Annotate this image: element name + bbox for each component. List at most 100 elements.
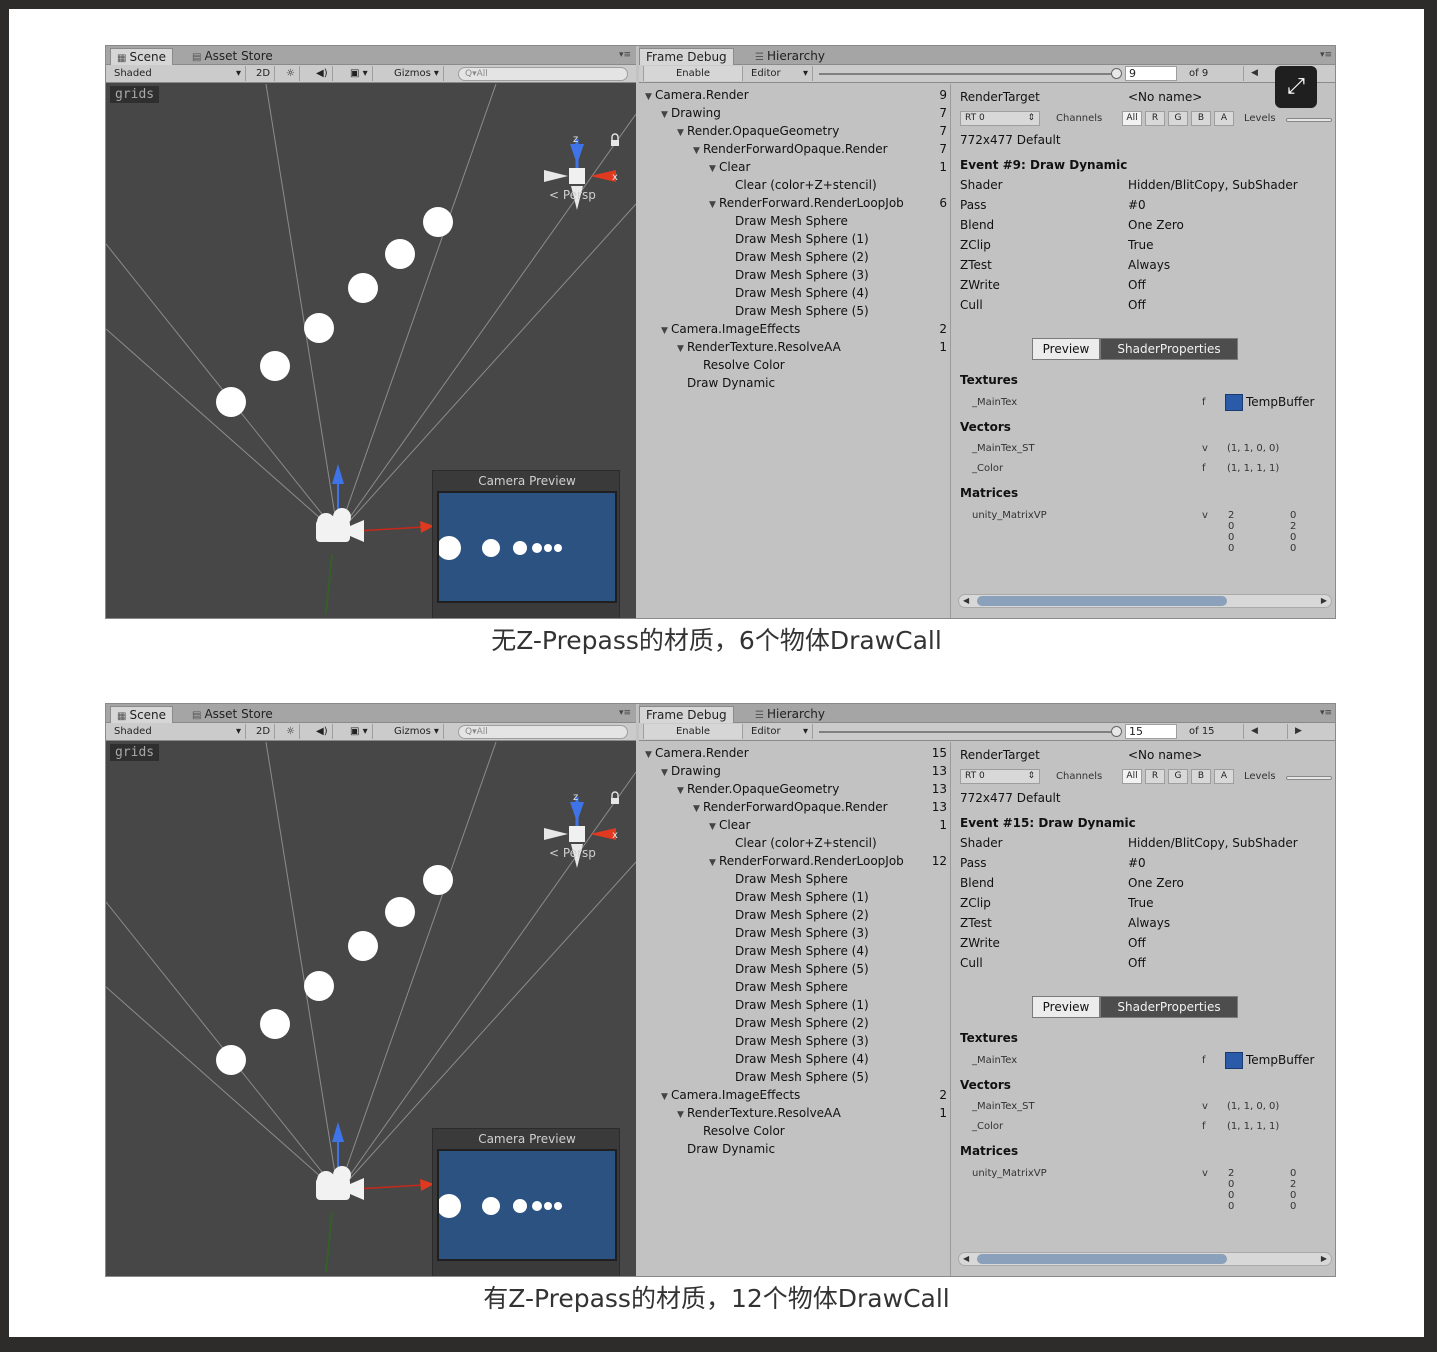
tree-row[interactable]: ▼ RenderForward.RenderLoopJob 6 xyxy=(639,194,951,212)
tree-row[interactable]: ▼ RenderForwardOpaque.Render 13 xyxy=(639,798,951,816)
scene-lighting-icon[interactable]: ☼ xyxy=(282,66,300,81)
tree-row[interactable]: ▼ Clear 1 xyxy=(639,816,951,834)
tree-row[interactable]: Clear (color+Z+stencil) xyxy=(639,176,951,194)
tree-row[interactable]: ▼ RenderForward.RenderLoopJob 12 xyxy=(639,852,951,870)
tree-row[interactable]: Draw Dynamic xyxy=(639,1140,951,1158)
shading-mode-dropdown[interactable]: Shaded ▾ xyxy=(110,724,246,739)
tree-row[interactable]: Draw Mesh Sphere (1) xyxy=(639,230,951,248)
tree-row[interactable]: ▼ Clear 1 xyxy=(639,158,951,176)
scroll-right-icon[interactable]: ▶ xyxy=(1321,595,1327,607)
scene-search-input[interactable]: Q▾All xyxy=(458,725,628,739)
scene-audio-icon[interactable]: ◀) xyxy=(312,724,333,739)
tree-row[interactable]: ▼ RenderTexture.ResolveAA 1 xyxy=(639,338,951,356)
tree-row[interactable]: Draw Mesh Sphere (3) xyxy=(639,924,951,942)
channel-toggle-g[interactable]: G xyxy=(1168,111,1188,126)
scrollbar-thumb[interactable] xyxy=(977,596,1227,606)
tree-row[interactable]: Clear (color+Z+stencil) xyxy=(639,834,951,852)
enable-button[interactable]: Enable xyxy=(643,724,743,739)
shading-mode-dropdown[interactable]: Shaded ▾ xyxy=(110,66,246,81)
tree-row[interactable]: ▼ Camera.Render 9 xyxy=(639,86,951,104)
scroll-left-icon[interactable]: ◀ xyxy=(963,1253,969,1265)
levels-slider[interactable] xyxy=(1286,118,1332,122)
scrollbar-thumb[interactable] xyxy=(977,1254,1227,1264)
tree-row[interactable]: Draw Mesh Sphere (4) xyxy=(639,1050,951,1068)
tree-row[interactable]: Draw Mesh Sphere (4) xyxy=(639,284,951,302)
tree-row[interactable]: ▼ RenderTexture.ResolveAA 1 xyxy=(639,1104,951,1122)
tree-row[interactable]: Draw Mesh Sphere (3) xyxy=(639,1032,951,1050)
tree-row[interactable]: ▼ RenderForwardOpaque.Render 7 xyxy=(639,140,951,158)
tree-row[interactable]: ▼ Camera.Render 15 xyxy=(639,744,951,762)
channel-toggle-a[interactable]: A xyxy=(1214,111,1234,126)
gizmos-dropdown[interactable]: Gizmos ▾ xyxy=(390,724,444,739)
previous-event-button[interactable]: ◀ xyxy=(1243,66,1265,81)
scene-viewport[interactable]: grids z x < Persp Camera Preview xyxy=(106,742,636,1276)
scene-search-input[interactable]: Q▾All xyxy=(458,67,628,81)
pane-menu-icon[interactable]: ▾≡ xyxy=(1320,708,1332,718)
tree-row[interactable]: Draw Mesh Sphere (2) xyxy=(639,1014,951,1032)
tab-shader-properties[interactable]: ShaderProperties xyxy=(1100,338,1238,360)
channel-toggle-all[interactable]: All xyxy=(1122,769,1142,784)
tree-row[interactable]: Draw Mesh Sphere xyxy=(639,978,951,996)
scroll-right-icon[interactable]: ▶ xyxy=(1321,1253,1327,1265)
tab-preview[interactable]: Preview xyxy=(1032,996,1100,1018)
channel-toggle-b[interactable]: B xyxy=(1191,111,1211,126)
tree-row[interactable]: Draw Mesh Sphere (5) xyxy=(639,960,951,978)
tree-row[interactable]: Draw Dynamic xyxy=(639,374,951,392)
tab-hierarchy[interactable]: ☰ Hierarchy xyxy=(749,706,831,723)
scene-lighting-icon[interactable]: ☼ xyxy=(282,724,300,739)
next-event-button[interactable]: ▶ xyxy=(1287,724,1309,739)
persp-toggle[interactable]: < Persp xyxy=(549,188,596,202)
tree-row[interactable]: Resolve Color xyxy=(639,1122,951,1140)
editor-target-dropdown[interactable]: Editor ▾ xyxy=(747,66,813,81)
tab-frame-debug[interactable]: Frame Debug xyxy=(639,706,734,723)
channel-toggle-g[interactable]: G xyxy=(1168,769,1188,784)
editor-target-dropdown[interactable]: Editor ▾ xyxy=(747,724,813,739)
tree-row[interactable]: Draw Mesh Sphere (3) xyxy=(639,266,951,284)
tree-row[interactable]: Draw Mesh Sphere (1) xyxy=(639,996,951,1014)
tree-row[interactable]: Draw Mesh Sphere (1) xyxy=(639,888,951,906)
scene-effects-icon[interactable]: ▣ ▾ xyxy=(346,66,373,81)
tree-row[interactable]: Draw Mesh Sphere xyxy=(639,870,951,888)
tree-row[interactable]: Draw Mesh Sphere xyxy=(639,212,951,230)
tree-row[interactable]: ▼ Camera.ImageEffects 2 xyxy=(639,320,951,338)
details-horizontal-scrollbar[interactable]: ◀ ▶ xyxy=(958,1252,1332,1266)
tree-row[interactable]: ▼ Render.OpaqueGeometry 7 xyxy=(639,122,951,140)
tab-asset-store[interactable]: ▤ Asset Store xyxy=(186,48,279,65)
event-index-field[interactable]: 9 xyxy=(1125,66,1177,81)
toggle-2d-button[interactable]: 2D xyxy=(252,724,276,739)
pane-menu-icon[interactable]: ▾≡ xyxy=(1320,50,1332,60)
tree-row[interactable]: Draw Mesh Sphere (2) xyxy=(639,248,951,266)
levels-slider[interactable] xyxy=(1286,776,1332,780)
tab-preview[interactable]: Preview xyxy=(1032,338,1100,360)
channel-toggle-a[interactable]: A xyxy=(1214,769,1234,784)
tab-asset-store[interactable]: ▤ Asset Store xyxy=(186,706,279,723)
pane-menu-icon[interactable]: ▾≡ xyxy=(619,50,631,60)
channel-toggle-r[interactable]: R xyxy=(1145,769,1165,784)
enable-button[interactable]: Enable xyxy=(643,66,743,81)
rt-select-dropdown[interactable]: RT 0 ⇕ xyxy=(960,769,1040,784)
tab-scene[interactable]: ▦ Scene xyxy=(110,48,174,65)
previous-event-button[interactable]: ◀ xyxy=(1243,724,1265,739)
scene-audio-icon[interactable]: ◀) xyxy=(312,66,333,81)
tree-row[interactable]: Draw Mesh Sphere (5) xyxy=(639,302,951,320)
tree-row[interactable]: ▼ Drawing 7 xyxy=(639,104,951,122)
tree-row[interactable]: ▼ Render.OpaqueGeometry 13 xyxy=(639,780,951,798)
tree-row[interactable]: Resolve Color xyxy=(639,356,951,374)
tab-frame-debug[interactable]: Frame Debug xyxy=(639,48,734,65)
tab-scene[interactable]: ▦ Scene xyxy=(110,706,174,723)
event-index-field[interactable]: 15 xyxy=(1125,724,1177,739)
event-slider-thumb[interactable] xyxy=(1111,68,1122,79)
tree-row[interactable]: ▼ Drawing 13 xyxy=(639,762,951,780)
tab-hierarchy[interactable]: ☰ Hierarchy xyxy=(749,48,831,65)
tree-row[interactable]: Draw Mesh Sphere (5) xyxy=(639,1068,951,1086)
scene-viewport[interactable]: grids z x < Persp Camera Preview xyxy=(106,84,636,618)
tree-row[interactable]: Draw Mesh Sphere (2) xyxy=(639,906,951,924)
channel-toggle-b[interactable]: B xyxy=(1191,769,1211,784)
toggle-2d-button[interactable]: 2D xyxy=(252,66,276,81)
channel-toggle-r[interactable]: R xyxy=(1145,111,1165,126)
channel-toggle-all[interactable]: All xyxy=(1122,111,1142,126)
pane-menu-icon[interactable]: ▾≡ xyxy=(619,708,631,718)
tab-shader-properties[interactable]: ShaderProperties xyxy=(1100,996,1238,1018)
rt-select-dropdown[interactable]: RT 0 ⇕ xyxy=(960,111,1040,126)
scene-effects-icon[interactable]: ▣ ▾ xyxy=(346,724,373,739)
